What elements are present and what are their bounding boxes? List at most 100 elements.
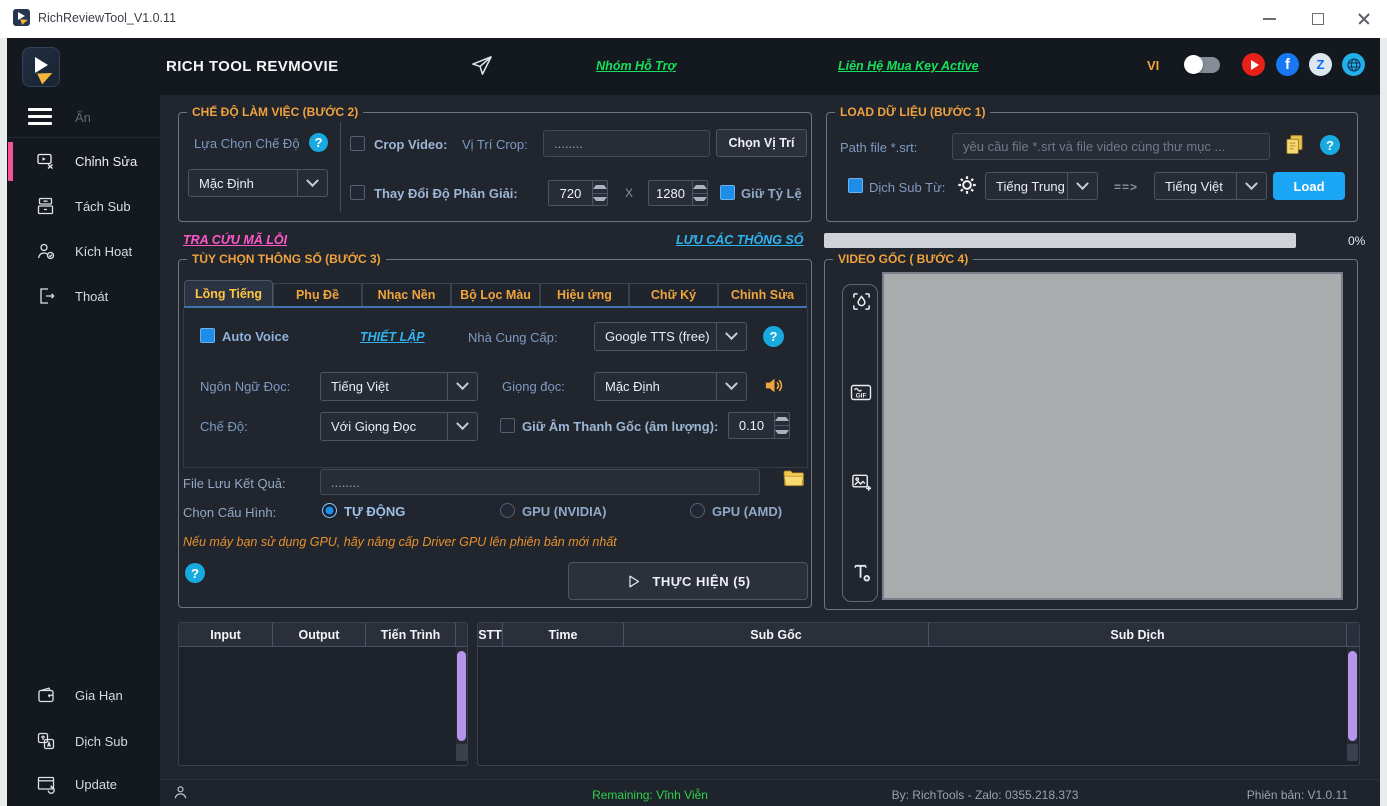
width-stepper[interactable]: 720 [548, 180, 608, 206]
sidebar-item-gia-han[interactable]: Gia Hạn [7, 673, 160, 718]
provider-label: Nhà Cung Cấp: [468, 330, 558, 345]
setup-link[interactable]: THIẾT LẬP [360, 330, 425, 344]
sidebar-item-tach-sub[interactable]: Tách Sub [7, 184, 160, 229]
translate-from-select[interactable]: Tiếng Trung [985, 172, 1098, 200]
sidebar-item-dich-sub[interactable]: Dịch Sub [7, 719, 160, 764]
scrollbar-thumb[interactable] [1348, 651, 1357, 741]
subs-scrollbar[interactable] [1347, 647, 1358, 761]
error-lookup-link[interactable]: TRA CỨU MÃ LỖI [183, 233, 287, 247]
resolution-checkbox[interactable] [350, 185, 365, 200]
height-stepper[interactable]: 1280 [648, 180, 708, 206]
video-preview [882, 272, 1343, 600]
queue-header-progress: Tiến Trình [366, 623, 456, 646]
help-icon[interactable]: ? [185, 563, 205, 583]
mode-select-value: Mặc Định [189, 170, 297, 196]
output-file-input[interactable] [320, 469, 760, 495]
config-radio-auto[interactable] [322, 503, 337, 518]
sidebar-item-kich-hoat[interactable]: Kích Hoạt [7, 229, 160, 274]
keep-audio-label: Giữ Âm Thanh Gốc (âm lượng): [522, 419, 718, 434]
add-image-tool-button[interactable] [849, 470, 873, 494]
tab-chinh-sua[interactable]: Chỉnh Sửa [718, 283, 807, 307]
chevron-down-icon [447, 373, 477, 400]
crop-position-label: Vị Trí Crop: [462, 137, 528, 152]
help-icon[interactable]: ? [763, 326, 784, 347]
chevron-down-icon [1236, 173, 1266, 199]
voice-mode-label: Chế Độ: [200, 419, 248, 434]
config-radio-nvidia-label: GPU (NVIDIA) [522, 504, 607, 519]
sidebar-item-chinh-sua[interactable]: Chỉnh Sửa [7, 139, 160, 184]
language-read-label: Ngôn Ngữ Đọc: [200, 379, 290, 394]
minimize-button[interactable] [1263, 18, 1276, 20]
sidebar-item-update[interactable]: Update [7, 764, 160, 806]
user-activate-icon [36, 241, 56, 261]
auto-voice-label: Auto Voice [222, 329, 289, 344]
help-icon[interactable]: ? [1320, 135, 1340, 155]
app-logo [22, 47, 60, 87]
buy-key-link[interactable]: Liên Hệ Mua Key Active [838, 59, 973, 73]
tab-chu-ky[interactable]: Chữ Ký [629, 283, 718, 307]
voice-mode-value: Với Giọng Đọc [321, 413, 447, 440]
scrollbar-thumb[interactable] [457, 651, 466, 741]
group-title: VIDEO GỐC ( BƯỚC 4) [833, 252, 973, 266]
file-browse-icon[interactable] [1283, 133, 1306, 161]
auto-voice-checkbox[interactable] [200, 328, 215, 343]
speaker-icon[interactable] [763, 374, 786, 402]
queue-table: Input Output Tiến Trình [178, 622, 468, 766]
folder-icon[interactable] [782, 467, 805, 495]
send-icon[interactable] [470, 54, 493, 82]
provider-select[interactable]: Google TTS (free) [594, 322, 747, 351]
tab-underline [184, 306, 807, 308]
facebook-icon[interactable]: f [1276, 53, 1299, 76]
tab-long-tieng[interactable]: Lồng Tiếng [184, 280, 273, 307]
language-read-select[interactable]: Tiếng Việt [320, 372, 478, 401]
zalo-icon[interactable]: Z [1309, 53, 1332, 76]
keep-ratio-checkbox[interactable] [720, 185, 735, 200]
mode-select[interactable]: Mặc Định [188, 169, 328, 197]
support-link[interactable]: Nhóm Hỗ Trợ [575, 59, 697, 73]
tab-bo-loc-mau[interactable]: Bộ Lọc Màu [451, 283, 540, 307]
voice-mode-select[interactable]: Với Giọng Đọc [320, 412, 478, 441]
path-input[interactable] [952, 133, 1270, 160]
config-radio-nvidia[interactable] [500, 503, 515, 518]
globe-icon[interactable] [1342, 53, 1365, 76]
add-text-tool-button[interactable] [849, 560, 873, 584]
load-button[interactable]: Load [1273, 172, 1345, 200]
maximize-button[interactable] [1312, 13, 1324, 25]
tab-hieu-ung[interactable]: Hiệu ứng [540, 283, 629, 307]
translate-sub-label: Dịch Sub Từ: [869, 180, 945, 195]
gif-tool-button[interactable]: GIF [849, 381, 873, 405]
keep-audio-checkbox[interactable] [500, 418, 515, 433]
close-button[interactable] [1357, 12, 1371, 26]
titlebar: RichReviewTool_V1.0.11 [0, 0, 1387, 38]
queue-scrollbar[interactable] [456, 647, 467, 761]
sidebar-toggle-label: Ẩn [75, 110, 91, 125]
blur-tool-button[interactable] [849, 289, 873, 313]
video-edit-icon [36, 151, 56, 171]
translate-sub-checkbox[interactable] [848, 178, 863, 193]
crop-video-checkbox[interactable] [350, 136, 365, 151]
volume-stepper[interactable]: 0.10 [728, 412, 790, 439]
youtube-icon[interactable] [1242, 53, 1265, 76]
help-icon[interactable]: ? [309, 133, 328, 152]
tab-nhac-nen[interactable]: Nhạc Nền [362, 283, 451, 307]
crop-position-input[interactable] [543, 130, 710, 157]
translate-arrow: ==> [1114, 180, 1138, 194]
translate-to-select[interactable]: Tiếng Việt [1154, 172, 1267, 200]
update-icon [36, 774, 56, 794]
sidebar-item-label: Tách Sub [75, 199, 131, 214]
voice-select[interactable]: Mặc Định [594, 372, 747, 401]
save-params-link[interactable]: LƯU CÁC THÔNG SỐ [676, 233, 796, 247]
progress-percent: 0% [1348, 234, 1365, 248]
user-icon [172, 784, 189, 806]
keep-ratio-label: Giữ Tỷ Lệ [741, 186, 802, 201]
execute-button[interactable]: THỰC HIỆN (5) [568, 562, 808, 600]
choose-position-button[interactable]: Chọn Vị Trí [716, 129, 807, 157]
sidebar-item-label: Kích Hoạt [75, 244, 132, 259]
gear-icon[interactable] [956, 174, 978, 201]
gpu-warning-text: Nếu máy bạn sử dụng GPU, hãy nâng cấp Dr… [183, 535, 617, 549]
tab-phu-de[interactable]: Phụ Đề [273, 283, 362, 307]
language-toggle[interactable] [1186, 57, 1220, 73]
sidebar-item-thoat[interactable]: Thoát [7, 274, 160, 319]
config-radio-amd[interactable] [690, 503, 705, 518]
sidebar-toggle-button[interactable] [28, 108, 52, 125]
